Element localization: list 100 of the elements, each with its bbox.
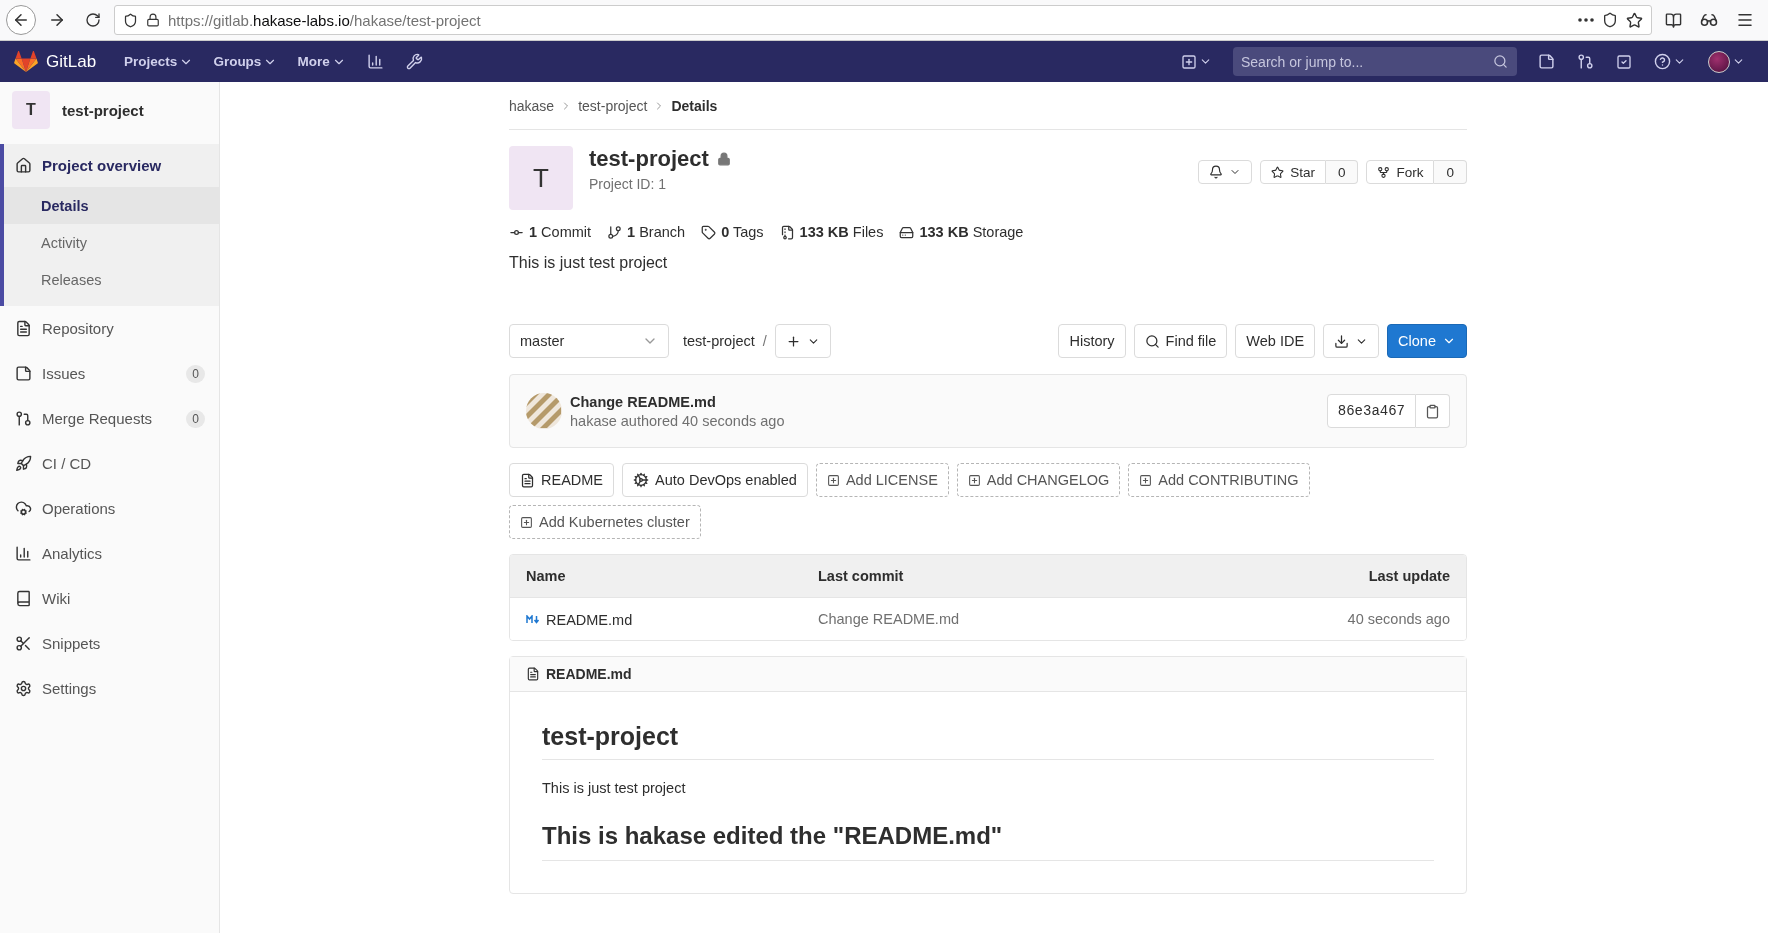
stat-link[interactable]: 0 Tags xyxy=(701,224,764,240)
repo-path[interactable]: test-project xyxy=(683,333,755,349)
path-separator: / xyxy=(762,333,767,349)
stat-link[interactable]: 1 Commit xyxy=(509,224,592,240)
repo-button[interactable]: Find file xyxy=(1133,324,1228,358)
sidebar-subitem[interactable]: Activity xyxy=(4,224,219,261)
cloud-icon xyxy=(15,500,32,517)
back-button[interactable] xyxy=(6,5,36,35)
breadcrumb-link[interactable]: hakase xyxy=(509,97,555,114)
star-icon xyxy=(1271,165,1285,179)
sidebar-item[interactable]: CI / CD xyxy=(0,441,219,486)
note-icon xyxy=(15,365,32,382)
repo-button[interactable]: History xyxy=(1058,324,1126,358)
shield-icon xyxy=(123,12,138,28)
stat-link[interactable]: 1 Branch xyxy=(607,224,686,240)
column-header: Name xyxy=(526,568,567,584)
project-id: Project ID: 1 xyxy=(589,176,668,192)
sidebar-item[interactable]: Settings xyxy=(0,666,219,711)
stat-link[interactable]: 133 KB Files xyxy=(779,224,884,240)
add-file-button[interactable]: Add CHANGELOG xyxy=(956,463,1121,497)
rocket-icon xyxy=(15,455,32,472)
search-field[interactable]: Search or jump to... xyxy=(1233,47,1517,76)
sidebar-item[interactable]: Operations xyxy=(0,486,219,531)
quick-button[interactable]: README xyxy=(509,463,615,497)
checkbox-icon xyxy=(1616,53,1632,70)
notification-button[interactable] xyxy=(1198,160,1253,184)
lock-icon xyxy=(716,152,731,166)
readme-paragraph: This is just test project xyxy=(542,780,687,796)
file-link[interactable]: README.md xyxy=(526,611,633,628)
nav-menu[interactable]: Groups xyxy=(205,48,286,75)
document-icon xyxy=(526,667,540,681)
commit-link[interactable]: Change README.md xyxy=(818,611,1190,627)
readme-subheading: This is hakase edited the "README.md" xyxy=(542,822,1434,861)
shield-icon xyxy=(1602,12,1618,28)
add-file-button[interactable]: Add LICENSE xyxy=(815,463,949,497)
book-icon xyxy=(15,590,32,607)
sidebar-subitem[interactable]: Details xyxy=(4,187,219,224)
quick-button[interactable]: Auto DevOps enabled xyxy=(622,463,808,497)
add-file-button[interactable]: Add CONTRIBUTING xyxy=(1128,463,1310,497)
nav-menu[interactable]: More xyxy=(289,48,354,75)
nav-menu[interactable]: Projects xyxy=(116,48,202,75)
stat-link[interactable]: 133 KB Storage xyxy=(899,224,1024,240)
star-count: 0 xyxy=(1325,160,1359,184)
menu-icon xyxy=(1736,11,1754,29)
search-icon xyxy=(1493,54,1508,69)
forward-arrow-icon xyxy=(48,11,66,29)
plus-icon xyxy=(785,333,801,349)
copy-button[interactable] xyxy=(1416,394,1450,428)
breadcrumb-link[interactable]: test-project xyxy=(578,97,648,114)
project-description: This is just test project xyxy=(509,254,669,272)
gitlab-brand-link[interactable]: GitLab xyxy=(14,50,97,73)
file-icon xyxy=(779,224,795,240)
commit-title[interactable]: Change README.md xyxy=(570,393,1319,410)
markdown-icon xyxy=(526,615,540,624)
sidebar-item[interactable]: Issues 0 xyxy=(0,351,219,396)
glasses-icon xyxy=(1700,11,1718,29)
commit-sha[interactable]: 86e3a467 xyxy=(1326,394,1416,428)
bar-chart-icon xyxy=(366,53,384,70)
breadcrumb-link[interactable]: Details xyxy=(671,97,718,114)
plus-square-icon xyxy=(520,515,533,529)
count-badge: 0 xyxy=(186,364,205,383)
commit-meta: hakase authored 40 seconds ago xyxy=(570,412,786,429)
column-header: Last commit xyxy=(818,568,905,584)
fork-button[interactable]: Fork xyxy=(1366,160,1435,184)
storage-icon xyxy=(899,224,915,240)
add-file-button[interactable]: Add Kubernetes cluster xyxy=(509,505,701,539)
reload-icon xyxy=(85,12,101,28)
sidebar-subitem[interactable]: Releases xyxy=(4,261,219,298)
gear-icon xyxy=(633,472,650,488)
document-icon xyxy=(520,472,535,488)
branch-dropdown[interactable]: master xyxy=(509,324,669,358)
sidebar-item[interactable]: Repository xyxy=(0,306,219,351)
star-button[interactable]: Star xyxy=(1260,160,1326,184)
merge-request-icon xyxy=(15,410,32,427)
help-icon xyxy=(1654,53,1671,70)
repo-button[interactable]: Web IDE xyxy=(1235,324,1316,358)
sidebar-item[interactable]: Snippets xyxy=(0,621,219,666)
readme-filename: README.md xyxy=(546,666,632,682)
lock-icon xyxy=(146,13,160,27)
search-icon xyxy=(1144,333,1160,349)
download-button[interactable] xyxy=(1323,324,1380,358)
clone-button[interactable]: Clone xyxy=(1387,324,1467,358)
sidebar-item[interactable]: Wiki xyxy=(0,576,219,621)
bell-icon xyxy=(1209,165,1224,179)
readme-heading: test-project xyxy=(542,722,1434,760)
download-icon xyxy=(1334,333,1350,349)
merge-request-icon xyxy=(1577,53,1594,70)
address-bar[interactable]: https://gitlab.hakase-labs.io/hakase/test-project xyxy=(114,5,1652,35)
sidebar-item[interactable]: Analytics xyxy=(0,531,219,576)
clipboard-icon xyxy=(1425,403,1440,419)
book-icon xyxy=(1664,11,1682,29)
fork-count: 0 xyxy=(1434,160,1467,184)
count-badge: 0 xyxy=(186,409,205,428)
bar-chart-icon xyxy=(15,545,32,562)
sidebar-item[interactable]: Merge Requests 0 xyxy=(0,396,219,441)
fork-icon xyxy=(1377,165,1391,179)
star-icon xyxy=(1626,11,1643,29)
sidebar-item[interactable]: Project overview xyxy=(4,144,219,187)
fox-logo-icon xyxy=(14,50,38,73)
project-avatar: T xyxy=(12,91,50,129)
